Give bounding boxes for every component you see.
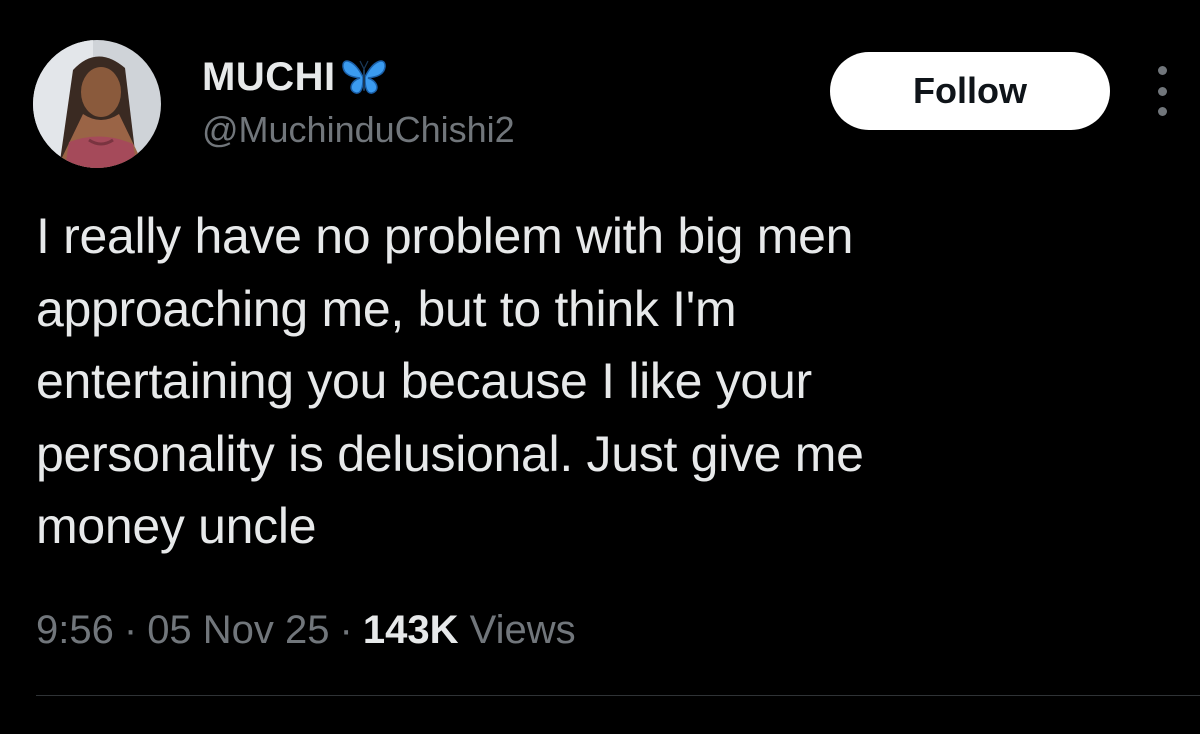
more-dot <box>1157 66 1167 75</box>
author-name-row[interactable]: MUCHI <box>202 52 388 102</box>
tweet-meta: 9:56 · 05 Nov 25 · 143K Views <box>36 602 576 658</box>
meta-separator: · <box>339 608 353 652</box>
butterfly-icon <box>340 55 388 99</box>
avatar-image <box>33 40 161 168</box>
views-label[interactable]: Views <box>470 608 576 652</box>
tweet-date[interactable]: 05 Nov 25 <box>147 608 329 652</box>
tweet-time[interactable]: 9:56 <box>36 608 114 652</box>
follow-button[interactable]: Follow <box>830 52 1110 130</box>
display-name[interactable]: MUCHI <box>202 52 336 102</box>
more-dot <box>1157 107 1167 116</box>
divider <box>36 695 1200 696</box>
views-count[interactable]: 143K <box>363 608 459 652</box>
tweet-card: MUCHI @MuchinduChishi2 Follow I really h… <box>0 0 1200 734</box>
more-options-icon[interactable] <box>1148 66 1176 116</box>
avatar[interactable] <box>33 40 161 168</box>
user-handle[interactable]: @MuchinduChishi2 <box>202 108 515 152</box>
more-dot <box>1157 86 1167 96</box>
tweet-text: I really have no problem with big men ap… <box>36 208 864 554</box>
meta-separator: · <box>123 608 138 652</box>
